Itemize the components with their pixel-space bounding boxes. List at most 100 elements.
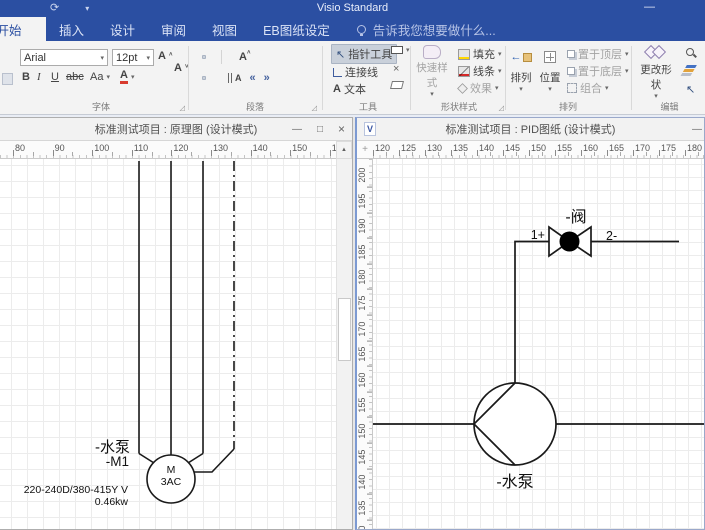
layers-button[interactable] — [686, 65, 696, 76]
decrease-indent-icon[interactable]: « — [248, 70, 258, 86]
group-button[interactable]: 组合 ▾ — [567, 80, 609, 96]
scrollbar-thumb[interactable] — [338, 298, 351, 361]
bring-to-front-button[interactable]: 置于顶层 ▾ — [567, 46, 629, 62]
valve-center-dot[interactable] — [560, 232, 580, 252]
text-direction-icon[interactable]: A — [226, 71, 244, 85]
ruler-tick: 180 — [357, 264, 373, 290]
find-button[interactable] — [686, 48, 694, 56]
valve-port2-label[interactable]: 2- — [606, 229, 617, 243]
pointer-icon: ↖ — [336, 48, 345, 61]
align-bottom-icon[interactable] — [210, 55, 214, 59]
pid-vertical-ruler: 2001951901851801751701651601551501451401… — [357, 159, 373, 529]
pipe-valve-to-pump[interactable] — [515, 242, 549, 384]
quick-styles-label: 快速样式 — [415, 60, 449, 90]
align-top-icon[interactable] — [194, 55, 198, 59]
schematic-document-window: 标准测试项目 : 原理图 (设计模式) — □ × 80901001101201… — [0, 117, 353, 530]
schematic-vertical-scrollbar[interactable] — [336, 159, 352, 529]
align-center-icon[interactable] — [202, 76, 206, 80]
format-painter-icon[interactable] — [2, 73, 13, 85]
window-close-button[interactable]: × — [338, 122, 345, 136]
align-left-icon[interactable] — [194, 76, 198, 80]
freeform-tool-button[interactable] — [391, 81, 403, 89]
schematic-canvas[interactable]: M 3AC -水泵 -M1 220-240D/380-415Y V 0.46kw — [0, 159, 336, 529]
arrange-button[interactable]: ← 排列 ▾ — [507, 44, 535, 98]
window-maximize-button[interactable]: □ — [317, 124, 323, 135]
motor-ref-label[interactable]: -M1 — [106, 454, 129, 469]
tab-home[interactable]: 开始 — [0, 17, 46, 41]
bullets-icon[interactable] — [229, 55, 233, 59]
send-to-back-button[interactable]: 置于底层 ▾ — [567, 63, 629, 79]
position-button[interactable]: 位置 ▾ — [536, 44, 564, 98]
select-button[interactable]: ↖ — [686, 83, 695, 96]
power-label[interactable]: 0.46kw — [95, 496, 129, 508]
rectangle-tool-button[interactable]: ▾ — [391, 46, 410, 54]
font-dialog-launcher-icon[interactable]: ◿ — [180, 104, 185, 112]
italic-button[interactable]: I — [37, 71, 41, 83]
strikethrough-button[interactable]: abc — [66, 71, 84, 83]
valve-port1-label[interactable]: 1+ — [531, 228, 545, 242]
align-middle-icon[interactable] — [202, 55, 206, 59]
chevron-down-icon: ▾ — [131, 73, 135, 81]
chevron-down-icon: ▾ — [654, 92, 658, 100]
paragraph-dialog-launcher-icon[interactable]: ◿ — [312, 104, 317, 112]
chevron-down-icon: ▾ — [625, 67, 629, 75]
window-minimize-button[interactable]: — — [692, 124, 702, 135]
schematic-title-text: 标准测试项目 : 原理图 (设计模式) — [95, 121, 258, 137]
voltage-label[interactable]: 220-240D/380-415Y V — [24, 484, 128, 496]
ruler-tick: 135 — [451, 141, 477, 156]
pid-drawing: -阀 1+ 2- -水泵 — [373, 159, 704, 529]
ruler-tick: 125 — [399, 141, 425, 156]
schematic-horizontal-ruler: 8090100110120130140150160 — [0, 141, 336, 159]
group-icon — [567, 83, 577, 93]
pump-circle[interactable] — [474, 383, 556, 465]
phase-line-1-elbow[interactable] — [139, 454, 154, 464]
valve-label[interactable]: -阀 — [565, 208, 586, 226]
font-family-combo[interactable]: Arial ▾ — [20, 49, 108, 66]
tab-review[interactable]: 审阅 — [148, 17, 199, 41]
tab-view[interactable]: 视图 — [199, 17, 250, 41]
scroll-up-button[interactable]: ▲ — [336, 141, 352, 159]
tab-design[interactable]: 设计 — [97, 17, 148, 41]
group-divider — [505, 46, 506, 110]
quick-styles-button[interactable]: 快速样式 ▾ — [415, 44, 449, 98]
shape-styles-dialog-launcher-icon[interactable]: ◿ — [499, 104, 504, 112]
connection-point-button[interactable]: × — [393, 63, 399, 75]
fill-button[interactable]: 填充 ▾ — [458, 46, 502, 62]
pointer-tool-button[interactable]: ↖ 指针工具 — [331, 44, 397, 64]
pid-canvas[interactable]: -阀 1+ 2- -水泵 — [373, 159, 704, 529]
fill-label: 填充 — [473, 46, 495, 62]
tab-eb-sheet-settings[interactable]: EB图纸设定 — [250, 17, 343, 41]
character-spacing-icon[interactable]: A˄ — [237, 49, 252, 65]
text-tool-button[interactable]: A 文本 — [333, 81, 366, 97]
effects-button[interactable]: 效果 ▾ — [458, 80, 499, 96]
font-color-button[interactable]: A ▾ — [120, 70, 134, 84]
change-case-button[interactable]: Aa ▾ — [90, 71, 110, 83]
pump-label[interactable]: -水泵 — [496, 473, 533, 491]
pid-window-controls: — — [692, 118, 702, 140]
line-button[interactable]: 线条 ▾ — [458, 63, 502, 79]
app-minimize-button[interactable]: — — [644, 1, 655, 13]
change-shape-label: 更改形状 — [636, 62, 676, 92]
change-shape-icon — [646, 44, 666, 62]
ribbon: Arial ▾ 12pt ▾ A˄ A˅ B I U abc Aa ▾ A ▾ … — [0, 41, 705, 115]
font-size-combo[interactable]: 12pt ▾ — [112, 49, 154, 66]
change-shape-button[interactable]: 更改形状 ▾ — [636, 44, 676, 98]
window-minimize-button[interactable]: — — [292, 124, 302, 135]
group-divider — [410, 46, 411, 110]
increase-indent-icon[interactable]: » — [262, 70, 272, 86]
align-right-icon[interactable] — [210, 76, 214, 80]
bold-button[interactable]: B — [22, 71, 30, 83]
tell-me-box[interactable]: 告诉我您想要做什么... — [357, 17, 496, 41]
lightbulb-icon — [357, 25, 366, 34]
tab-insert[interactable]: 插入 — [46, 17, 97, 41]
connector-tool-button[interactable]: 连接线 — [333, 64, 378, 80]
motor-type-text[interactable]: 3AC — [161, 476, 182, 488]
pe-line-elbow[interactable] — [194, 449, 234, 472]
ruler-tick: 170 — [357, 316, 373, 342]
justify-icon[interactable] — [218, 76, 222, 80]
phase-line-3-elbow[interactable] — [188, 454, 203, 464]
chevron-down-icon: ▾ — [498, 50, 502, 58]
underline-button[interactable]: U — [51, 71, 59, 83]
motor-m-text[interactable]: M — [167, 464, 176, 476]
arrange-label: 排列 — [511, 70, 532, 85]
